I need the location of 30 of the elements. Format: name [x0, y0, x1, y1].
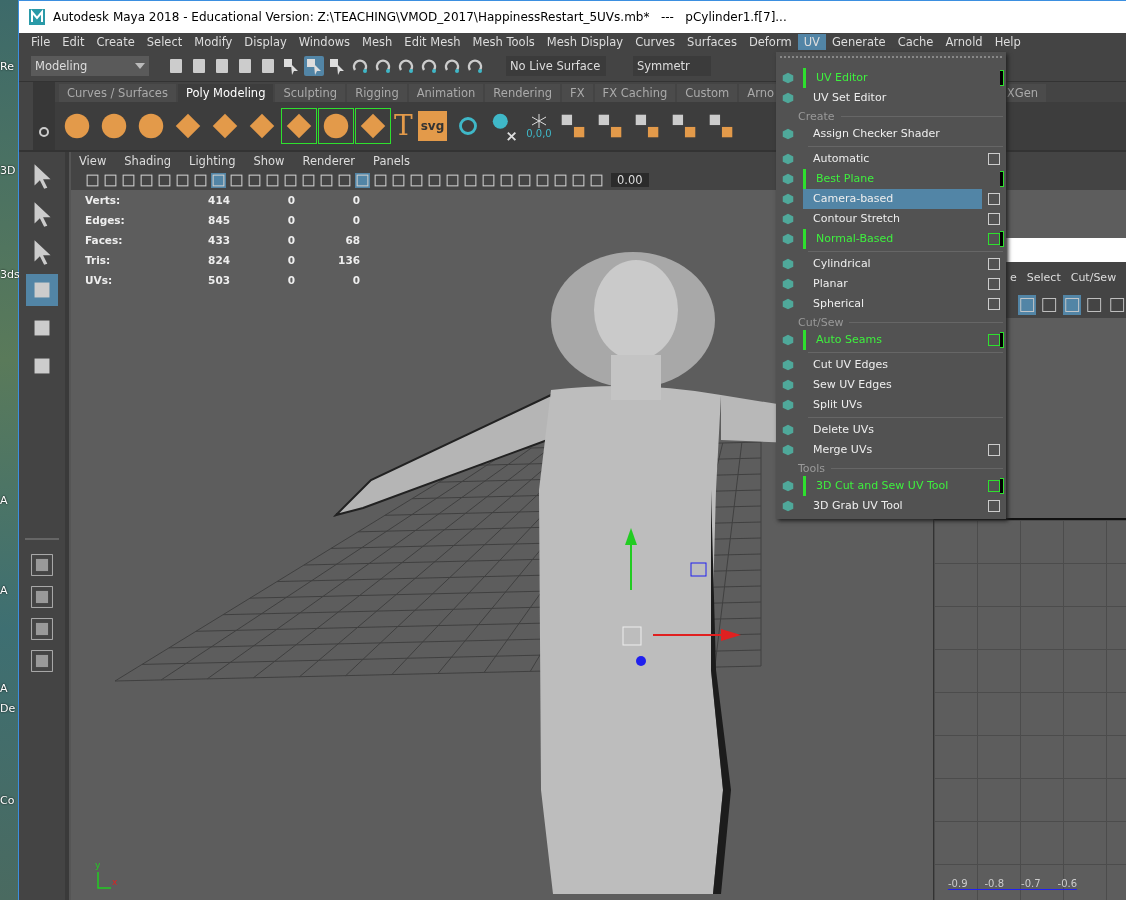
uv-axis-tick-label: -0.6: [1057, 878, 1078, 889]
stat-value: 0: [351, 274, 360, 286]
stat-label: Faces:: [85, 234, 124, 246]
stat-value: 824: [207, 254, 230, 266]
stat-label: Tris:: [85, 254, 112, 266]
menu-section-label: Create: [798, 109, 835, 123]
stat-value: 0: [351, 214, 360, 226]
stat-value: 0: [351, 194, 360, 206]
stat-label: UVs:: [85, 274, 114, 286]
stat-value: 0: [286, 194, 295, 206]
stat-value: 845: [207, 214, 230, 226]
stat-label: Edges:: [85, 214, 126, 226]
stat-value: 0: [286, 214, 295, 226]
uv-axis-tick-label: -0.8: [984, 878, 1005, 889]
axis-indicator-drawing: y x: [95, 860, 118, 889]
stat-value: 414: [207, 194, 230, 206]
stat-value: 0: [286, 234, 295, 246]
menu-section-label: Cut/Sew: [798, 315, 844, 329]
stat-value: 136: [337, 254, 360, 266]
stat-label: Verts:: [85, 194, 122, 206]
uv-axis-tick-label: -0.9: [948, 878, 968, 889]
stat-value: 68: [344, 234, 360, 246]
freeze-label: 0,0,0: [526, 127, 552, 139]
menu-section-label: Tools: [798, 461, 826, 475]
uv-axis-tick-label: -0.7: [1021, 878, 1041, 889]
stat-value: 0: [286, 274, 295, 286]
stat-value: 0: [286, 254, 295, 266]
stat-value: 433: [207, 234, 230, 246]
stat-value: 503: [207, 274, 230, 286]
window-title: Autodesk Maya 2018 - Educational Version: Z:\TEACHING\VMOD_2017\HappinessRestart_5UVs.mb* --- pCylinder1.f[7]...: [53, 10, 787, 24]
